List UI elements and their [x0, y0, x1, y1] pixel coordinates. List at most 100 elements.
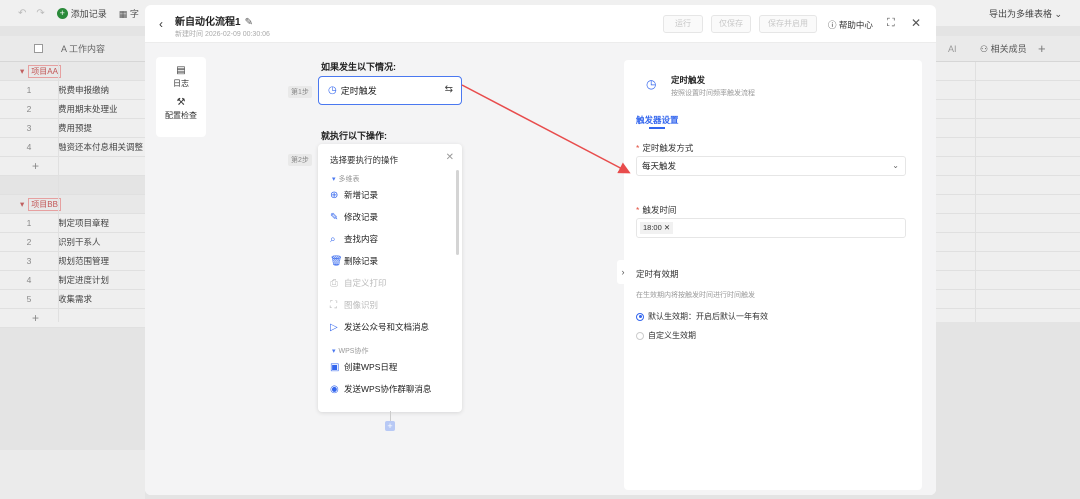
grid-cell — [936, 233, 1080, 252]
table-row[interactable]: 4 融资还本付息相关调整 — [0, 138, 145, 157]
save-enable-button[interactable]: 保存并启用 — [759, 15, 817, 33]
grid-line — [975, 62, 976, 322]
wrench-icon: ⚒ — [176, 97, 186, 108]
help-center-button[interactable]: ⓘ 帮助中心 — [828, 19, 873, 31]
group-wps[interactable]: ▾ WPS协作 — [318, 346, 462, 356]
close-icon[interactable]: ✕ — [446, 152, 454, 163]
radio-checked — [636, 312, 644, 321]
work-content-column[interactable]: A 工作内容 — [61, 42, 105, 55]
run-button[interactable]: 运行 — [663, 15, 703, 33]
grid-cell — [936, 157, 1080, 176]
table-row[interactable]: 2 识别干系人 — [0, 233, 145, 252]
create-wps-schedule-icon: ▣ — [330, 361, 340, 373]
group-spacer — [0, 176, 145, 195]
op-label: 发送WPS协作群聊消息 — [344, 384, 432, 394]
op-delete-record[interactable]: 🗑 删除记录 — [318, 250, 462, 272]
back-icon[interactable]: ‹ — [159, 17, 163, 31]
export-button[interactable]: 导出为多维表格 ⌄ — [989, 7, 1062, 20]
table-body-right — [936, 62, 1080, 322]
modal-header: ‹ 新自动化流程1 ✎ 新建时间 2026-02-09 00:30:06 运行 仅… — [145, 5, 936, 43]
radio-custom-validity[interactable]: 自定义生效期 — [636, 330, 696, 341]
time-chip[interactable]: 18:00 ✕ — [640, 222, 674, 234]
op-custom-print: ⎙ 自定义打印 — [318, 272, 462, 294]
grid-cell — [936, 81, 1080, 100]
tab-indicator — [649, 127, 665, 129]
add-step-button[interactable]: + — [385, 421, 395, 431]
time-label: * 触发时间 — [636, 205, 677, 215]
op-find-content[interactable]: ⌕ 查找内容 — [318, 228, 462, 250]
chevron-down-icon: ⌄ — [892, 161, 899, 170]
then-label: 就执行以下操作: — [321, 131, 387, 141]
caret-down-icon: ▾ — [332, 176, 336, 183]
remove-icon[interactable]: ✕ — [664, 223, 670, 232]
members-column[interactable]: ⚇ 相关成员 — [980, 42, 1027, 55]
op-create-wps-schedule[interactable]: ▣ 创建WPS日程 — [318, 356, 462, 378]
table-row[interactable]: 5 收集需求 — [0, 290, 145, 309]
grid-cell — [936, 119, 1080, 138]
grid-cell — [936, 271, 1080, 290]
table-row[interactable]: 4 制定进度计划 — [0, 271, 145, 290]
op-label: 查找内容 — [344, 234, 379, 244]
trigger-card[interactable]: ◷ 定时触发 ⇆ — [318, 76, 462, 105]
add-row-button[interactable]: + — [0, 157, 145, 176]
tab-trigger-settings[interactable]: 触发器设置 — [636, 114, 679, 126]
op-add-record[interactable]: ⊕ 新增记录 — [318, 184, 462, 206]
undo-icon[interactable]: ↶ — [18, 8, 26, 19]
table-row[interactable]: 2 费用期末处理业 — [0, 100, 145, 119]
connector-line — [390, 411, 391, 421]
caret-down-icon: ▾ — [332, 348, 336, 355]
op-image-recognition: ⛶ 图像识别 — [318, 294, 462, 316]
flow-title[interactable]: 新自动化流程1 ✎ — [175, 13, 253, 28]
table-row[interactable]: 3 费用预提 — [0, 119, 145, 138]
grid-cell — [936, 100, 1080, 119]
scrollbar[interactable] — [456, 170, 459, 255]
validity-hint: 在生效期内将按触发时间进行时间触发 — [636, 292, 755, 299]
radio-unchecked — [636, 331, 644, 340]
radio-default-validity[interactable]: 默认生效期：开启后默认一年有效 — [636, 311, 768, 322]
collapse-panel-button[interactable]: › — [617, 260, 629, 284]
field-button[interactable]: ▦ 字 — [119, 7, 139, 20]
close-icon[interactable]: ✕ — [911, 16, 921, 30]
grid-cell — [936, 252, 1080, 271]
op-send-wps-group-message[interactable]: ◉ 发送WPS协作群聊消息 — [318, 378, 462, 400]
add-record-button[interactable]: + 添加记录 — [56, 7, 107, 20]
save-only-button[interactable]: 仅保存 — [711, 15, 751, 33]
table-row[interactable]: 1 制定项目章程 — [0, 214, 145, 233]
table-row[interactable]: 3 规划范围管理 — [0, 252, 145, 271]
trigger-mode-select[interactable]: 每天触发 ⌄ — [636, 156, 906, 176]
op-send-message[interactable]: ▷ 发送公众号和文档消息 — [318, 316, 462, 338]
select-all-checkbox[interactable] — [34, 44, 43, 53]
help-icon: ⓘ — [828, 20, 837, 30]
table-row[interactable]: 1 税费申报缴纳 — [0, 81, 145, 100]
grid-line — [58, 62, 59, 322]
validity-label: 定时有效期 — [636, 269, 679, 279]
grid-cell — [936, 138, 1080, 157]
fullscreen-icon[interactable]: ⛶ — [887, 17, 895, 30]
add-column-button[interactable]: + — [1038, 41, 1046, 56]
delete-record-icon: 🗑 — [330, 255, 343, 267]
op-label: 创建WPS日程 — [344, 362, 398, 372]
redo-icon[interactable]: ↷ — [36, 8, 44, 19]
step-1-badge: 第1步 — [288, 86, 312, 98]
config-check-button[interactable]: ⚒ 配置检查 — [156, 97, 206, 121]
group-header[interactable]: ▾ 项目AA — [0, 62, 145, 81]
edit-record-icon: ✎ — [330, 211, 339, 223]
add-row-button[interactable]: + — [0, 309, 145, 328]
ai-column[interactable]: AI — [948, 44, 957, 54]
side-toolbar: ▤ 日志 ⚒ 配置检查 — [156, 57, 206, 137]
if-label: 如果发生以下情况: — [321, 62, 396, 72]
grid-cell — [936, 195, 1080, 214]
find-content-icon: ⌕ — [330, 233, 336, 245]
op-edit-record[interactable]: ✎ 修改记录 — [318, 206, 462, 228]
trigger-time-input[interactable]: 18:00 ✕ — [636, 218, 906, 238]
log-button[interactable]: ▤ 日志 — [156, 65, 206, 89]
panel-subtitle: 按照设置时间频率触发流程 — [671, 90, 755, 97]
switch-trigger-icon[interactable]: ⇆ — [445, 84, 453, 95]
clock-icon: ◷ — [328, 85, 337, 96]
pencil-icon[interactable]: ✎ — [245, 17, 253, 28]
op-label: 删除记录 — [344, 256, 379, 266]
automation-modal: ‹ 新自动化流程1 ✎ 新建时间 2026-02-09 00:30:06 运行 仅… — [145, 5, 936, 495]
clock-icon: ◷ — [646, 77, 657, 91]
group-multitable[interactable]: ▾ 多维表 — [318, 174, 462, 184]
group-header[interactable]: ▾ 项目BB — [0, 195, 145, 214]
